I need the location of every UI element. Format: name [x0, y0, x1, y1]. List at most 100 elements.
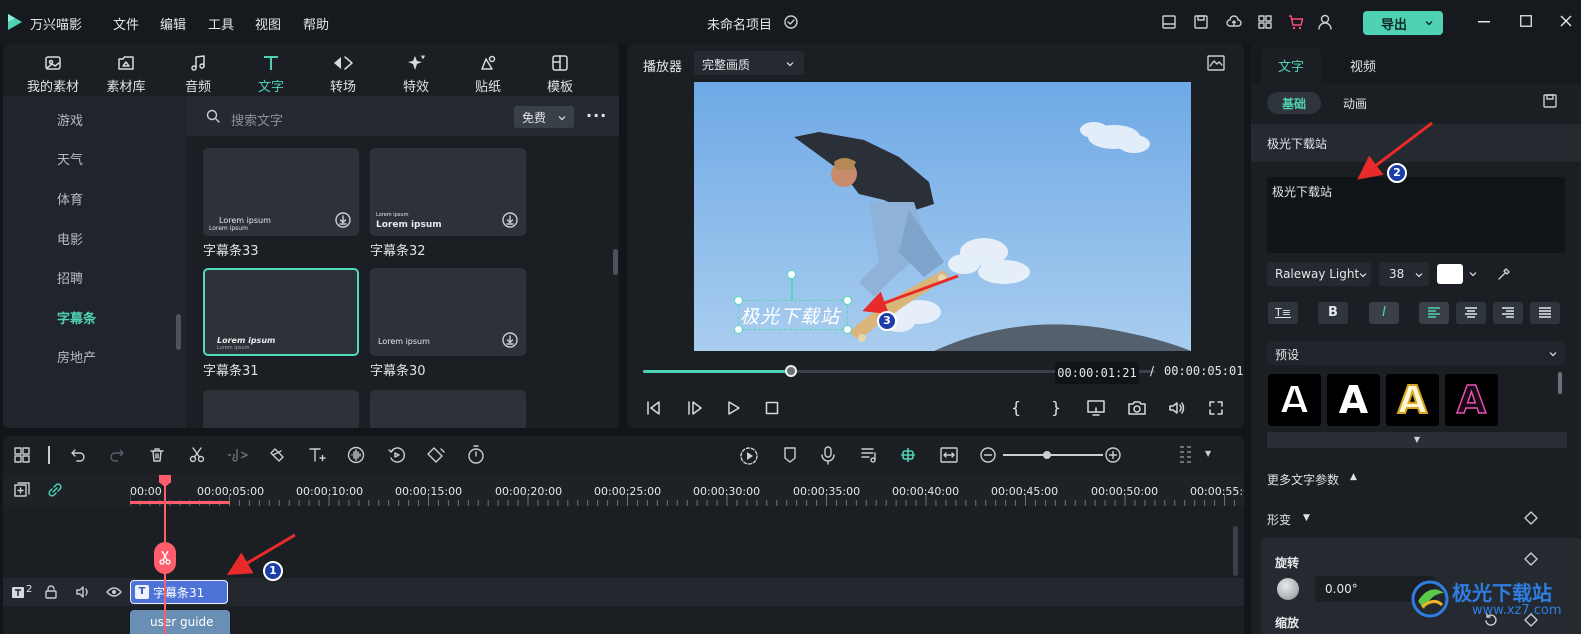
tab-text[interactable]: 文字	[236, 52, 306, 95]
subtab-animation[interactable]: 动画	[1343, 95, 1367, 112]
mark-out-icon[interactable]: }	[1051, 398, 1061, 417]
eyedropper-icon[interactable]	[1497, 267, 1511, 281]
progress-thumb[interactable]	[785, 365, 798, 377]
preset-tile[interactable]: A	[1327, 374, 1380, 426]
text-case-button[interactable]: T≡	[1268, 302, 1298, 324]
zoom-out-icon[interactable]	[980, 447, 996, 463]
text-content-input[interactable]: 极光下载站	[1267, 177, 1565, 253]
download-icon[interactable]	[335, 212, 351, 228]
title-card[interactable]: Lorem ipsum Lorem ipsum	[203, 148, 359, 236]
tab-transition[interactable]: 转场	[308, 52, 378, 95]
play-reverse-icon[interactable]	[685, 400, 703, 416]
category-item[interactable]: 招聘	[57, 268, 83, 287]
menu-file[interactable]: 文件	[113, 14, 139, 33]
timeline-video-clip[interactable]: user guide	[130, 610, 230, 634]
maximize-icon[interactable]	[1520, 15, 1532, 27]
category-item[interactable]: 游戏	[57, 110, 83, 129]
text-color-swatch[interactable]	[1437, 264, 1463, 284]
menu-help[interactable]: 帮助	[303, 14, 329, 33]
audio-detach-icon[interactable]	[227, 447, 249, 463]
save-icon[interactable]	[1194, 15, 1208, 29]
fullscreen-icon[interactable]	[1208, 400, 1224, 416]
tab-my-media[interactable]: 我的素材	[18, 52, 88, 95]
current-time[interactable]: 00:00:01:21	[1055, 362, 1139, 384]
delete-icon[interactable]	[149, 447, 165, 463]
resize-handle[interactable]	[843, 325, 852, 334]
tab-video-props[interactable]: 视频	[1350, 56, 1376, 75]
font-family-select[interactable]: Raleway Light	[1267, 262, 1371, 286]
category-item-active[interactable]: 字幕条	[57, 308, 96, 327]
scissors-icon[interactable]	[189, 447, 205, 463]
lock-icon[interactable]	[44, 585, 58, 599]
add-text-icon[interactable]	[308, 446, 326, 464]
preset-tile[interactable]: A	[1268, 374, 1321, 426]
title-card[interactable]	[203, 390, 359, 428]
keyframe-diamond-icon[interactable]	[1524, 511, 1538, 525]
download-icon[interactable]	[502, 212, 518, 228]
presets-scrollbar[interactable]	[1558, 372, 1562, 394]
align-center-button[interactable]	[1456, 302, 1486, 324]
cloud-upload-icon[interactable]	[1226, 14, 1242, 30]
more-options-icon[interactable]: ···	[586, 106, 607, 125]
quality-dropdown[interactable]: 完整画质	[694, 51, 804, 75]
redo-icon[interactable]	[109, 447, 125, 463]
volume-icon[interactable]	[1168, 400, 1186, 416]
rotate-handle[interactable]	[787, 270, 796, 279]
prev-frame-icon[interactable]	[645, 400, 663, 416]
category-item[interactable]: 天气	[57, 149, 83, 168]
resize-handle[interactable]	[843, 296, 852, 305]
fit-timeline-icon[interactable]	[940, 447, 958, 463]
preset-dropdown[interactable]: 预设	[1267, 341, 1565, 365]
speed-icon[interactable]	[388, 446, 406, 464]
timer-icon[interactable]	[467, 445, 485, 465]
keyframe-diamond-icon[interactable]	[1524, 552, 1538, 566]
speaker-icon[interactable]	[75, 585, 91, 599]
subtab-basic[interactable]: 基础	[1267, 92, 1321, 114]
render-preview-icon[interactable]	[739, 446, 759, 466]
bold-button[interactable]: B	[1318, 302, 1348, 324]
add-track-icon[interactable]	[14, 482, 30, 498]
keyframe-tag-icon[interactable]	[426, 446, 446, 464]
tab-effects[interactable]: 特效	[381, 52, 451, 95]
title-card[interactable]	[370, 390, 526, 428]
snapshot-icon[interactable]	[1128, 400, 1146, 416]
layout-grid-icon[interactable]	[14, 447, 30, 463]
menu-tools[interactable]: 工具	[208, 14, 234, 33]
tab-stickers[interactable]: 贴纸	[453, 52, 523, 95]
image-settings-icon[interactable]	[1207, 55, 1225, 71]
category-scrollbar[interactable]	[176, 314, 181, 350]
download-icon[interactable]	[502, 332, 518, 348]
tab-templates[interactable]: 模板	[525, 52, 595, 95]
microphone-icon[interactable]	[820, 445, 836, 465]
transform-section[interactable]: 形变	[1267, 511, 1291, 528]
menu-view[interactable]: 视图	[255, 14, 281, 33]
audio-wave-icon[interactable]	[347, 446, 365, 464]
video-preview[interactable]: 极光下载站	[694, 82, 1191, 351]
track-height-icon[interactable]	[1178, 444, 1194, 466]
user-icon[interactable]	[1318, 14, 1332, 30]
tab-stock-media[interactable]: 素材库	[91, 52, 161, 95]
eye-icon[interactable]	[106, 586, 122, 598]
play-icon[interactable]	[726, 400, 742, 416]
mark-in-icon[interactable]: {	[1011, 398, 1021, 417]
menu-edit[interactable]: 编辑	[160, 14, 186, 33]
minimize-icon[interactable]	[1478, 21, 1490, 23]
monitor-icon[interactable]	[1087, 400, 1105, 416]
chevron-down-icon[interactable]	[1469, 270, 1477, 278]
caret-down-icon[interactable]: ▼	[1303, 513, 1310, 523]
tab-audio[interactable]: 音频	[163, 52, 233, 95]
tab-text-props[interactable]: 文字	[1278, 56, 1304, 75]
title-card[interactable]: Lorem ipsum	[370, 268, 526, 356]
category-item[interactable]: 房地产	[57, 347, 96, 366]
zoom-in-icon[interactable]	[1105, 447, 1121, 463]
grid-apps-icon[interactable]	[1258, 15, 1272, 29]
audio-mixer-icon[interactable]	[860, 446, 878, 464]
caret-down-icon[interactable]: ▼	[1205, 449, 1211, 458]
search-input[interactable]: 搜索文字	[231, 110, 283, 129]
expand-presets-button[interactable]: ▼	[1267, 432, 1567, 448]
export-button[interactable]: 导出	[1363, 11, 1443, 35]
timeline-text-clip[interactable]: T 字幕条31	[130, 580, 228, 604]
zoom-slider-track[interactable]	[1003, 454, 1103, 456]
zoom-slider-thumb[interactable]	[1043, 451, 1051, 459]
category-item[interactable]: 电影	[57, 229, 83, 248]
